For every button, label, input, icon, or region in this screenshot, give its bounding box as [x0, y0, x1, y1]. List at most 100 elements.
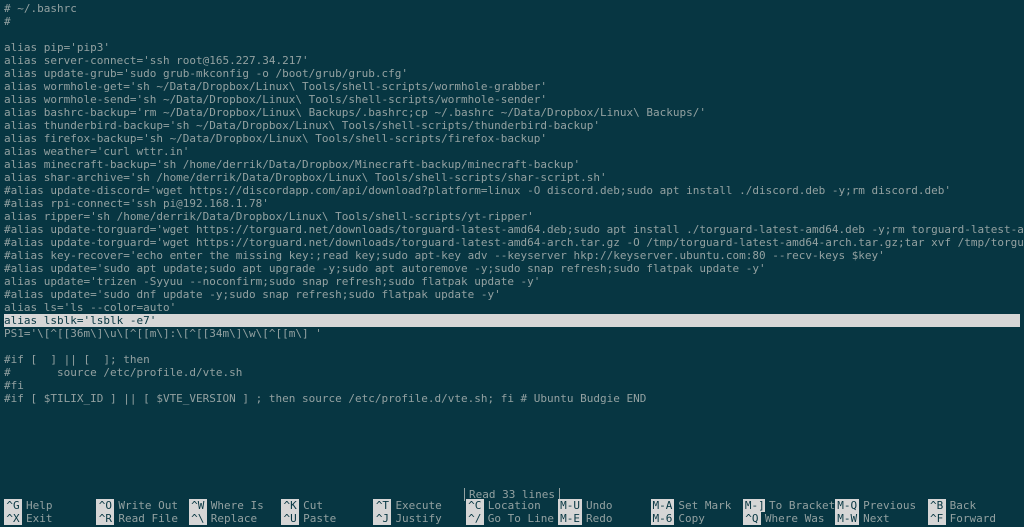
editor-line: alias ripper='sh /home/derrik/Data/Dropb…: [4, 210, 1020, 223]
help-key: ^Q: [743, 512, 761, 525]
help-item[interactable]: ^W Where Is: [189, 499, 281, 512]
editor-line: alias minecraft-backup='sh /home/derrik/…: [4, 158, 1020, 171]
help-label: Back: [950, 499, 977, 512]
help-item[interactable]: ^J Justify: [373, 512, 465, 525]
help-label: Execute: [395, 499, 441, 512]
editor-line: #alias rpi-connect='ssh pi@192.168.1.78': [4, 197, 1020, 210]
editor-line: #: [4, 15, 1020, 28]
help-key: ^X: [4, 512, 22, 525]
editor-line: alias update-grub='sudo grub-mkconfig -o…: [4, 67, 1020, 80]
help-item[interactable]: ^FForward: [928, 512, 1020, 525]
help-label: Undo: [586, 499, 613, 512]
help-item[interactable]: M-ASet Mark: [651, 499, 743, 512]
help-key: M-Q: [835, 499, 859, 512]
help-item[interactable]: ^U Paste: [281, 512, 373, 525]
editor-line: alias wormhole-get='sh ~/Data/Dropbox/Li…: [4, 80, 1020, 93]
help-item[interactable]: M-6Copy: [651, 512, 743, 525]
editor-line: #alias update-discord='wget https://disc…: [4, 184, 1020, 197]
editor-line: PS1='\[^[[36m\]\u\[^[[m\]:\[^[[34m\]\w\[…: [4, 327, 1020, 340]
help-item[interactable]: ^O Write Out: [96, 499, 188, 512]
help-item[interactable]: ^C Location: [466, 499, 558, 512]
help-key: M-6: [651, 512, 675, 525]
editor-line: alias pip='pip3': [4, 41, 1020, 54]
help-label: Set Mark: [678, 499, 731, 512]
help-label: To Bracket: [769, 499, 835, 512]
editor-line: #alias update='sudo dnf update -y;sudo s…: [4, 288, 1020, 301]
editor-line: alias shar-archive='sh /home/derrik/Data…: [4, 171, 1020, 184]
help-item[interactable]: ^/ Go To Line: [466, 512, 558, 525]
help-key: ^U: [281, 512, 299, 525]
help-row: ^X Exit ^R Read File ^\ Replace ^U Paste ^J Justi…: [4, 512, 1020, 525]
help-label: Paste: [303, 512, 336, 525]
help-label: Go To Line: [488, 512, 554, 525]
help-bar: ^GHelp^O Write Out ^W Where Is ^K Cut ^T Execut…: [0, 499, 1024, 527]
help-key: ^K: [281, 499, 299, 512]
help-key: ^O: [96, 499, 114, 512]
editor-line: alias server-connect='ssh root@165.227.3…: [4, 54, 1020, 67]
help-item[interactable]: M-W Next: [835, 512, 927, 525]
help-item[interactable]: M-E Redo: [558, 512, 650, 525]
help-item[interactable]: ^GHelp: [4, 499, 96, 512]
help-label: Redo: [586, 512, 613, 525]
help-label: Previous: [863, 499, 916, 512]
help-key: ^J: [373, 512, 391, 525]
help-label: Location: [488, 499, 541, 512]
editor-line: alias update='trizen -Syyuu --noconfirm;…: [4, 275, 1020, 288]
editor-line: # source /etc/profile.d/vte.sh: [4, 366, 1020, 379]
help-label: Where Is: [211, 499, 264, 512]
editor-line: [4, 340, 1020, 353]
editor-line: alias thunderbird-backup='sh ~/Data/Drop…: [4, 119, 1020, 132]
help-key: M-]: [743, 499, 765, 512]
help-label: Where Was: [765, 512, 825, 525]
help-key: M-U: [558, 499, 582, 512]
help-label: Next: [863, 512, 890, 525]
help-label: Replace: [211, 512, 257, 525]
help-item[interactable]: ^\ Replace: [189, 512, 281, 525]
nano-editor: # ~/.bashrc# alias pip='pip3'alias serve…: [0, 0, 1024, 527]
help-key: ^T: [373, 499, 391, 512]
help-label: Help: [26, 499, 53, 512]
help-label: Cut: [303, 499, 323, 512]
help-row: ^GHelp^O Write Out ^W Where Is ^K Cut ^T Execut…: [4, 499, 1020, 512]
help-label: Forward: [950, 512, 996, 525]
editor-line: #if [ ] || [ ]; then: [4, 353, 1020, 366]
help-label: Write Out: [118, 499, 178, 512]
editor-line: alias weather='curl wttr.in': [4, 145, 1020, 158]
editor-line: #alias update-torguard='wget https://tor…: [4, 223, 1020, 236]
editor-line: alias bashrc-backup='rm ~/Data/Dropbox/L…: [4, 106, 1020, 119]
editor-line: #alias update='sudo apt update;sudo apt …: [4, 262, 1020, 275]
help-key: ^/: [466, 512, 484, 525]
help-key: ^B: [928, 499, 946, 512]
help-label: Copy: [678, 512, 705, 525]
help-label: Exit: [26, 512, 53, 525]
help-key: ^W: [189, 499, 207, 512]
editor-line: alias firefox-backup='sh ~/Data/Dropbox/…: [4, 132, 1020, 145]
help-item[interactable]: ^R Read File: [96, 512, 188, 525]
help-key: M-W: [835, 512, 859, 525]
help-key: M-A: [651, 499, 675, 512]
editor-line: #alias update-torguard='wget https://tor…: [4, 236, 1020, 249]
help-item[interactable]: ^T Execute: [373, 499, 465, 512]
help-label: Justify: [395, 512, 441, 525]
help-label: Read File: [118, 512, 178, 525]
help-key: ^C: [466, 499, 484, 512]
help-item[interactable]: ^Q Where Was: [743, 512, 835, 525]
editor-line: [4, 28, 1020, 41]
editor-line: # ~/.bashrc: [4, 2, 1020, 15]
help-key: ^R: [96, 512, 114, 525]
help-item[interactable]: ^X Exit: [4, 512, 96, 525]
help-key: ^\: [189, 512, 207, 525]
help-item[interactable]: M-] To Bracket: [743, 499, 835, 512]
help-key: M-E: [558, 512, 582, 525]
editor-line: #alias key-recover='echo enter the missi…: [4, 249, 1020, 262]
editor-line: alias ls='ls --color=auto': [4, 301, 1020, 314]
editor-line: #fi: [4, 379, 1020, 392]
help-item[interactable]: M-U Undo: [558, 499, 650, 512]
editor-content[interactable]: # ~/.bashrc# alias pip='pip3'alias serve…: [0, 0, 1024, 405]
help-item[interactable]: M-Q Previous: [835, 499, 927, 512]
editor-line: alias wormhole-send='sh ~/Data/Dropbox/L…: [4, 93, 1020, 106]
help-item[interactable]: ^B Back: [928, 499, 1020, 512]
editor-line: #if [ $TILIX_ID ] || [ $VTE_VERSION ] ; …: [4, 392, 1020, 405]
help-item[interactable]: ^K Cut: [281, 499, 373, 512]
editor-line-cursor: alias lsblk='lsblk -e7': [4, 314, 1020, 327]
